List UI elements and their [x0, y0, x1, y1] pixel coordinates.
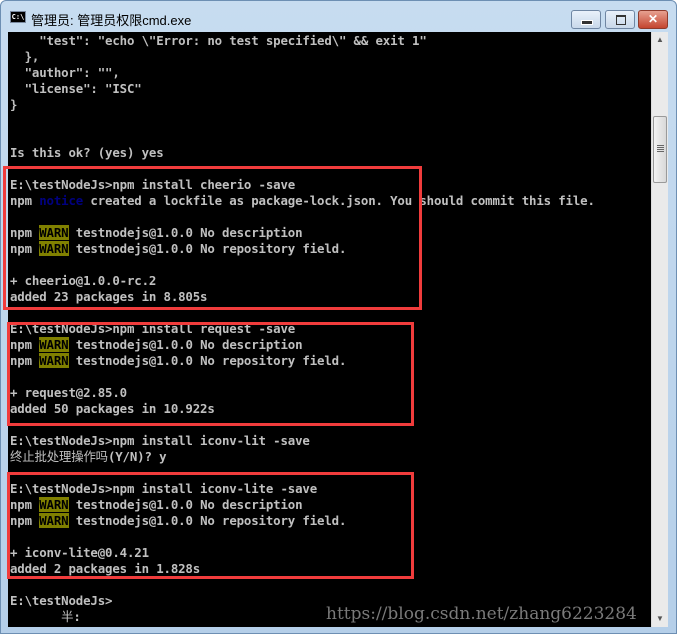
highlight-box-request — [7, 322, 414, 426]
grip-icon — [657, 145, 664, 146]
console-line: 半: — [10, 609, 81, 625]
watermark: https://blog.csdn.net/zhang6223284 — [326, 604, 637, 624]
title-bar[interactable]: C:\ 管理员: 管理员权限cmd.exe ✕ — [1, 1, 676, 33]
minimize-icon — [581, 20, 593, 25]
console-line: } — [10, 97, 17, 113]
cmd-window: C:\ 管理员: 管理员权限cmd.exe ✕ "test": "echo \"… — [0, 0, 677, 634]
window-title: 管理员: 管理员权限cmd.exe — [31, 13, 192, 28]
close-icon: ✕ — [647, 12, 659, 26]
scrollbar-thumb[interactable] — [653, 116, 667, 183]
line-text: "license": "ISC" — [10, 81, 142, 96]
line-rest: : — [73, 609, 81, 624]
maximize-icon — [616, 15, 626, 25]
line-text: "author": "", — [10, 65, 120, 80]
line-cjk-text: 半 — [61, 609, 74, 624]
cmd-icon: C:\ — [10, 11, 26, 23]
console-line: "test": "echo \"Error: no test specified… — [10, 33, 427, 49]
console-line: Is this ok? (yes) yes — [10, 145, 164, 161]
console-line: "license": "ISC" — [10, 81, 142, 97]
highlight-box-iconv-lite — [7, 472, 414, 579]
console-line: }, — [10, 49, 40, 65]
vertical-scrollbar[interactable]: ▲ ▼ — [651, 32, 668, 627]
console-line: 终止批处理操作吗(Y/N)? y — [10, 449, 167, 465]
scroll-up-arrow-icon[interactable]: ▲ — [652, 32, 668, 48]
line-text: }, — [10, 49, 40, 64]
scroll-down-arrow-icon[interactable]: ▼ — [652, 611, 668, 627]
close-button[interactable]: ✕ — [638, 10, 668, 29]
console-line: E:\testNodeJs> — [10, 593, 112, 609]
highlight-box-cheerio — [3, 166, 422, 310]
maximize-button[interactable] — [605, 10, 635, 29]
minimize-button[interactable] — [571, 10, 601, 29]
line-text: "test": "echo \"Error: no test specified… — [10, 33, 427, 48]
line-rest: (Y/N)? y — [107, 449, 167, 464]
line-cjk-text: 终止批处理操作吗 — [10, 449, 108, 464]
line-text: E:\testNodeJs>npm install iconv-lit -sav… — [10, 433, 310, 448]
line-text: } — [10, 97, 18, 112]
line-text: Is this ok? (yes) yes — [10, 145, 164, 160]
line-text: E:\testNodeJs> — [10, 593, 113, 608]
console-line: "author": "", — [10, 65, 120, 81]
console-line: E:\testNodeJs>npm install iconv-lit -sav… — [10, 433, 310, 449]
